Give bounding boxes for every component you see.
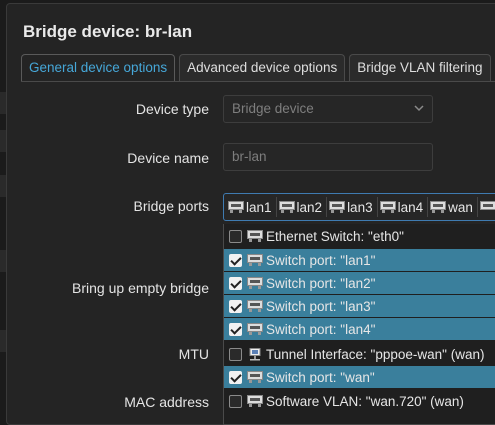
option-checkbox[interactable]	[229, 322, 242, 336]
chevron-down-icon	[414, 105, 424, 112]
dropdown-option[interactable]: Switch port: "lan4"	[224, 318, 495, 340]
option-checkbox[interactable]	[229, 276, 242, 290]
tab-bridge-vlan-filtering[interactable]: Bridge VLAN filtering	[349, 54, 491, 81]
port-chip-label: lan3	[347, 199, 373, 215]
bridge-ports-dropdown: Ethernet Switch: "eth0" Switch port: "la…	[223, 224, 495, 425]
port-chip-label: lan4	[397, 199, 424, 215]
port-chip[interactable]: lan3	[327, 197, 378, 217]
option-label: Switch port: "wan"	[266, 369, 375, 385]
ethernet-port-icon	[479, 201, 495, 210]
dropdown-option[interactable]: Switch port: "lan1"	[224, 249, 495, 271]
ethernet-port-icon	[430, 201, 447, 213]
dropdown-option[interactable]: Switch port: "lan3"	[224, 295, 495, 317]
tab-bar: General device options Advanced device o…	[21, 54, 491, 81]
modal-title: Bridge device: br-lan	[23, 22, 193, 41]
ethernet-port-icon	[247, 323, 263, 335]
dropdown-option[interactable]: Software VLAN: "wan.720" (wan)	[224, 390, 495, 412]
port-chip[interactable]: lan2	[277, 197, 328, 217]
option-label: Software VLAN: "wan.720" (wan)	[266, 393, 464, 409]
option-label: Switch port: "lan3"	[266, 298, 376, 314]
option-checkbox[interactable]	[229, 253, 242, 267]
device-name-value: br-lan	[232, 149, 267, 164]
port-chip[interactable]: lan4	[378, 197, 429, 217]
ethernet-port-icon	[247, 395, 263, 407]
dropdown-option[interactable]: Switch port: "lan2"	[224, 272, 495, 294]
device-name-input[interactable]: br-lan	[223, 143, 433, 171]
option-checkbox[interactable]	[229, 299, 242, 313]
device-type-select[interactable]: Bridge device	[223, 95, 433, 123]
tunnel-icon	[249, 347, 261, 360]
port-chip-label: wan	[448, 199, 473, 215]
port-chip-overflow[interactable]	[478, 197, 495, 217]
ethernet-port-icon	[247, 300, 263, 312]
option-checkbox[interactable]	[229, 229, 242, 243]
mac-address-label: MAC address	[124, 394, 209, 410]
device-type-label: Device type	[135, 101, 209, 117]
ethernet-port-icon	[329, 201, 346, 213]
port-chip[interactable]: lan1	[226, 197, 277, 217]
bridge-ports-label: Bridge ports	[133, 198, 209, 214]
ethernet-port-icon	[228, 201, 244, 213]
option-checkbox[interactable]	[229, 394, 242, 408]
device-name-label: Device name	[127, 150, 209, 166]
tab-advanced-device-options[interactable]: Advanced device options	[179, 54, 346, 81]
ethernet-port-icon	[247, 230, 263, 242]
port-chip[interactable]: wan	[428, 197, 478, 217]
bridge-device-modal: Bridge device: br-lan General device opt…	[6, 3, 495, 425]
option-checkbox[interactable]	[229, 347, 242, 361]
dropdown-option[interactable]: Tunnel Interface: "pppoe-wan" (wan)	[224, 343, 495, 365]
option-label: Tunnel Interface: "pppoe-wan" (wan)	[266, 346, 485, 362]
ethernet-port-icon	[379, 201, 396, 213]
option-label: Switch port: "lan2"	[266, 275, 376, 291]
ethernet-port-icon	[278, 201, 295, 213]
bridge-ports-multiselect[interactable]: lan1 lan2 lan3 lan4 wan	[223, 193, 495, 221]
option-checkbox[interactable]	[229, 370, 242, 384]
bring-up-empty-bridge-label: Bring up empty bridge	[72, 280, 209, 296]
option-label: Switch port: "lan4"	[266, 321, 376, 337]
ethernet-port-icon	[247, 371, 263, 383]
dropdown-option[interactable]: Ethernet Switch: "eth0"	[224, 225, 495, 247]
dropdown-option[interactable]: Switch port: "wan"	[224, 366, 495, 388]
tab-divider	[21, 81, 495, 82]
ethernet-port-icon	[247, 254, 263, 266]
port-chip-label: lan2	[296, 199, 323, 215]
device-type-value: Bridge device	[232, 101, 314, 116]
option-label: Switch port: "lan1"	[266, 252, 376, 268]
tab-general-device-options[interactable]: General device options	[21, 54, 176, 81]
mtu-label: MTU	[178, 346, 209, 362]
ethernet-port-icon	[247, 277, 263, 289]
port-chip-label: lan1	[246, 199, 272, 215]
option-label: Ethernet Switch: "eth0"	[266, 228, 404, 244]
